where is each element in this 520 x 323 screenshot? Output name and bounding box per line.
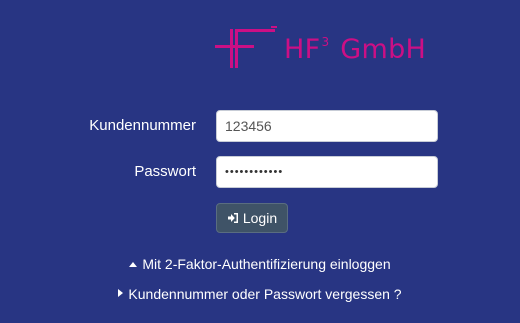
hf-logo-mark-icon <box>215 26 277 68</box>
password-input[interactable]: •••••••••••• <box>216 156 438 188</box>
caret-right-icon <box>118 289 124 297</box>
customer-number-input[interactable]: 123456 <box>216 110 438 142</box>
two-factor-login-link[interactable]: Mit 2-Faktor-Authentifizierung einloggen <box>0 256 520 272</box>
password-label: Passwort <box>134 163 196 180</box>
customer-number-label: Kundennummer <box>89 117 196 134</box>
two-factor-login-label: Mit 2-Faktor-Authentifizierung einloggen <box>142 256 391 272</box>
customer-number-row: Kundennummer 123456 <box>0 110 520 142</box>
forgot-credentials-label: Kundennummer oder Passwort vergessen ? <box>128 286 402 302</box>
password-row: Passwort •••••••••••• <box>0 156 520 188</box>
sign-in-icon <box>227 213 238 223</box>
login-button[interactable]: Login <box>216 203 288 233</box>
forgot-credentials-link[interactable]: Kundennummer oder Passwort vergessen ? <box>0 286 520 302</box>
company-name: HF3 GmbH <box>284 34 427 65</box>
company-logo: HF3 GmbH <box>215 26 440 72</box>
caret-up-icon <box>129 262 138 267</box>
login-button-label: Login <box>242 210 278 226</box>
